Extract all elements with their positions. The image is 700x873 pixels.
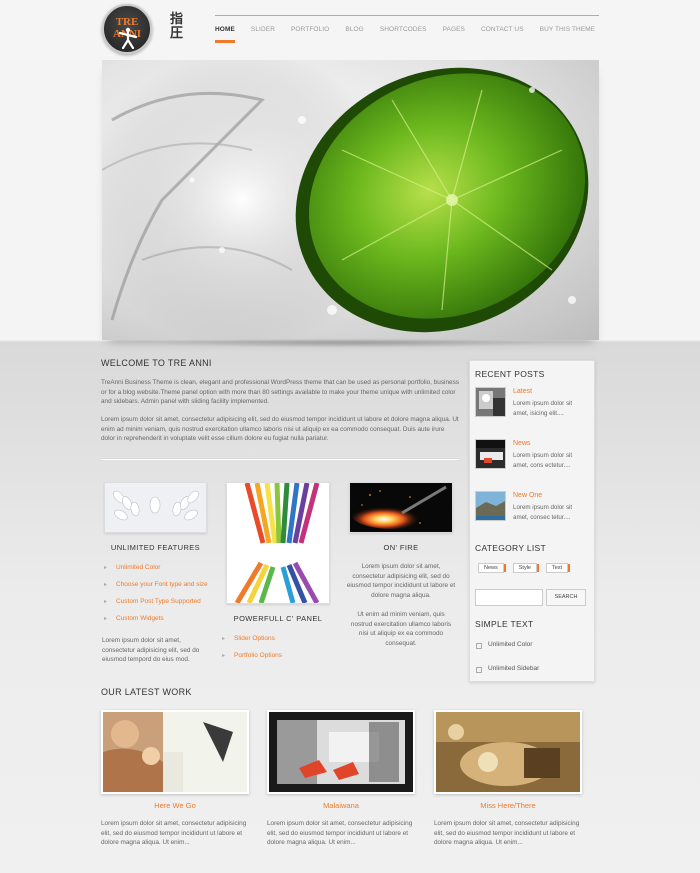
post-title-latest[interactable]: Latest [513, 388, 532, 395]
nav-contact-us[interactable]: CONTACT US [481, 26, 524, 33]
feature-list-item[interactable]: Unlimited Color [104, 564, 219, 581]
post-thumb-image [476, 388, 505, 416]
feature-text-unlimited: Lorem ipsum dolor sit amet, consectetur … [102, 637, 200, 663]
main-nav: HOME SLIDER PORTFOLIO BLOG SHORTCODES PA… [215, 26, 611, 43]
logo-kanji: 指圧 [170, 12, 184, 41]
work-image-malaiwana[interactable] [267, 710, 415, 794]
nav-home[interactable]: HOME [215, 26, 235, 43]
simple-item-color[interactable]: Unlimited Color [476, 641, 600, 649]
nav-slider[interactable]: SLIDER [251, 26, 275, 33]
welcome-title: WELCOME TO TRE ANNI [101, 358, 212, 368]
simple-item-sidebar[interactable]: Unlimited Sidebar [476, 665, 600, 673]
post-text-news: Lorem ipsum dolor sit amet, cons ectetur… [513, 452, 573, 469]
feature-text-fire-1: Lorem ipsum dolor sit amet, consectetur … [346, 563, 456, 599]
feature-title-panel: POWERFULL C' PANEL [233, 614, 323, 623]
post-text-new-one: Lorem ipsum dolor sit amet, consec tetur… [513, 504, 573, 521]
work-photo [269, 712, 413, 792]
feature-title-fire: ON' FIRE [383, 543, 419, 552]
logo-figure-icon [118, 27, 138, 49]
feature-title-unlimited: UNLIMITED FEATURES [110, 543, 201, 552]
nav-portfolio[interactable]: PORTFOLIO [291, 26, 329, 33]
nav-shortcodes[interactable]: SHORTCODES [380, 26, 427, 33]
welcome-divider [101, 458, 459, 459]
lime-splash-image [102, 60, 589, 340]
feature-image-bulbs[interactable] [104, 482, 207, 533]
category-tags: News Style Text [478, 563, 571, 573]
nav-divider [215, 15, 599, 16]
nav-blog[interactable]: BLOG [345, 26, 363, 33]
recent-posts-title: RECENT POSTS [475, 369, 545, 379]
work-text-malaiwana: Lorem ipsum dolor sit amet, consectetur … [267, 820, 413, 846]
post-title-new-one[interactable]: New One [513, 492, 542, 499]
feature-image-pencils[interactable] [226, 482, 330, 604]
tag-news[interactable]: News [478, 563, 506, 573]
logo[interactable]: TRE ANNI [102, 4, 152, 54]
work-text-here-we-go: Lorem ipsum dolor sit amet, consectetur … [101, 820, 247, 846]
post-thumb-image [476, 440, 505, 468]
search-button[interactable]: SEARCH [546, 589, 586, 606]
work-photo [436, 712, 580, 792]
welcome-paragraph-1: TreAnni Business Theme is clean, elegant… [101, 379, 459, 405]
feature-list-item[interactable]: Custom Widgets [104, 615, 219, 632]
search-field[interactable] [475, 589, 543, 606]
hero-slider[interactable] [102, 60, 599, 340]
feature-list-item[interactable]: Choose your Font type and size [104, 581, 219, 598]
feature-list-item[interactable]: Custom Post Type Supported [104, 598, 219, 615]
welcome-paragraph-2: Lorem ipsum dolor sit amet, consectetur … [101, 416, 459, 442]
tag-style[interactable]: Style [512, 563, 540, 573]
bulbs-image [105, 483, 206, 532]
fire-image [350, 483, 452, 532]
post-thumb-new-one[interactable] [475, 491, 506, 521]
feature-list-item[interactable]: Slider Options [222, 635, 332, 652]
post-thumb-latest[interactable] [475, 387, 506, 417]
work-image-miss-here-there[interactable] [434, 710, 582, 794]
work-title-here-we-go[interactable]: Here We Go [101, 801, 249, 810]
feature-list-panel: Slider Options Portfolio Options [222, 635, 332, 669]
tag-text[interactable]: Text [546, 563, 571, 573]
simple-text-title: SIMPLE TEXT [475, 619, 534, 629]
work-title-malaiwana[interactable]: Malaiwana [267, 801, 415, 810]
feature-list-unlimited: Unlimited Color Choose your Font type an… [104, 564, 219, 632]
feature-image-fire[interactable] [349, 482, 453, 533]
work-photo [103, 712, 247, 792]
sidebar: RECENT POSTS Latest Lorem ipsum dolor si… [469, 360, 595, 682]
pencils-image [227, 483, 329, 603]
feature-text-fire-2: Ut enim ad minim veniam, quis nostrud ex… [350, 611, 452, 647]
work-text-miss-here-there: Lorem ipsum dolor sit amet, consectetur … [434, 820, 580, 846]
work-title-miss-here-there[interactable]: Miss Here/There [434, 801, 582, 810]
latest-work-title: OUR LATEST WORK [101, 687, 192, 697]
search-input[interactable] [475, 589, 543, 606]
nav-pages[interactable]: PAGES [443, 26, 465, 33]
post-text-latest: Lorem ipsum dolor sit amet, isicing elit… [513, 400, 573, 417]
post-thumb-news[interactable] [475, 439, 506, 469]
post-title-news[interactable]: News [513, 440, 531, 447]
post-thumb-image [476, 492, 505, 520]
nav-buy-this-theme[interactable]: BUY THIS THEME [540, 26, 596, 33]
slider-shadow [150, 338, 550, 348]
work-image-here-we-go[interactable] [101, 710, 249, 794]
category-list-title: CATEGORY LIST [475, 543, 546, 553]
feature-list-item[interactable]: Portfolio Options [222, 652, 332, 669]
